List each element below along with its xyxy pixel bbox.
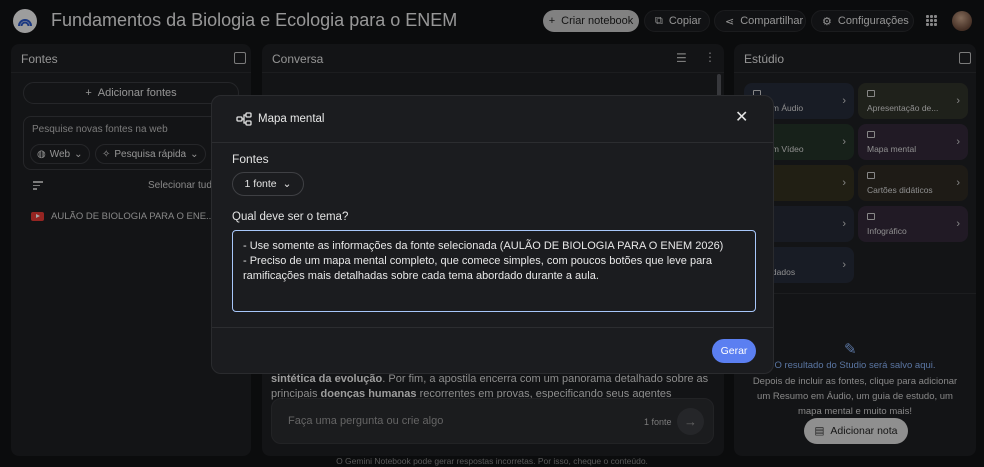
mind-map-icon: [236, 112, 252, 126]
source-select-dropdown[interactable]: 1 fonte ⌄: [232, 172, 304, 196]
generate-button[interactable]: Gerar: [712, 339, 756, 363]
sources-section-label: Fontes: [232, 152, 269, 166]
dialog-title: Mapa mental: [258, 113, 325, 125]
topic-textarea[interactable]: - Use somente as informações da fonte se…: [232, 230, 756, 312]
mind-map-dialog: Mapa mental ✕ Fontes 1 fonte ⌄ Qual deve…: [211, 95, 774, 374]
source-select-value: 1 fonte: [244, 178, 277, 190]
close-icon[interactable]: ✕: [735, 109, 748, 127]
chevron-down-icon: ⌄: [282, 178, 292, 190]
divider: [212, 327, 773, 328]
divider: [212, 142, 773, 143]
topic-question-label: Qual deve ser o tema?: [232, 211, 349, 223]
